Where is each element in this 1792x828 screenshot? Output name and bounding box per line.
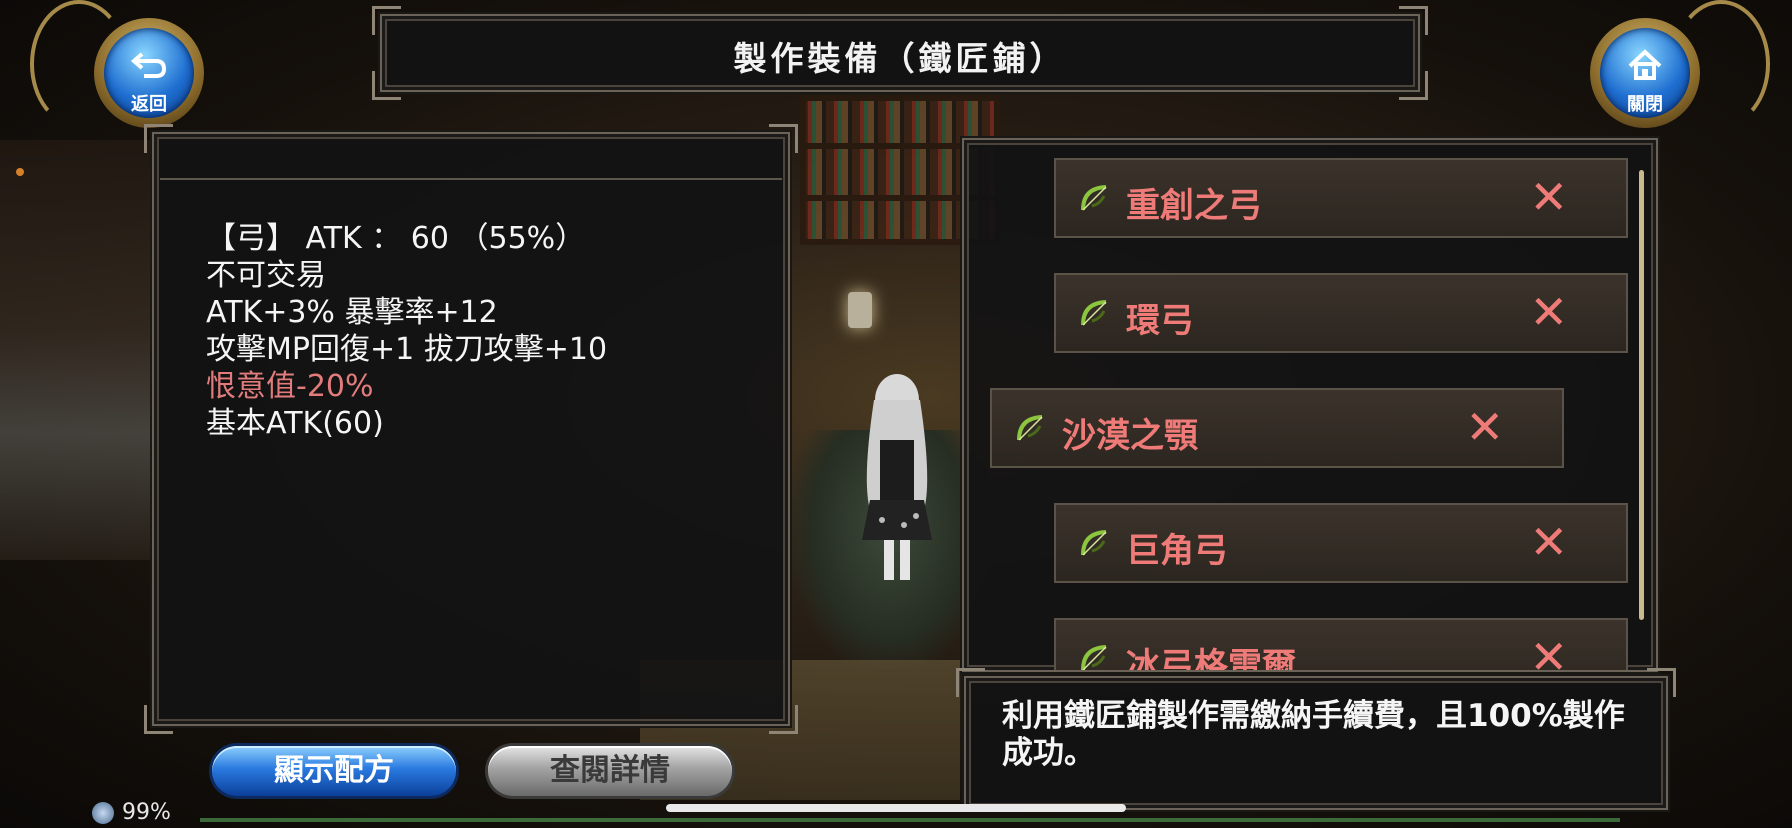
stat-line-atk-crit: ATK+3% 暴擊率+12 <box>206 295 498 330</box>
recipe-list-panel[interactable]: 重創之弓 ✕ 環弓 ✕ 沙漠之顎 ✕ 巨角弓 ✕ 冰弓格雷爾 ✕ <box>962 138 1658 672</box>
player-character <box>862 374 932 580</box>
page-title: 製作裝備（鐵匠鋪） <box>733 39 1067 78</box>
item-detail-panel: 【弓】 ATK ： 60 （55%） 不可交易 ATK+3% 暴擊率+12 攻擊… <box>144 124 798 734</box>
info-message: 利用鐵匠鋪製作需繳納手續費，且100%製作成功。 <box>1002 698 1625 771</box>
back-arrow-icon <box>130 52 167 78</box>
corner-ornament <box>964 140 983 159</box>
stat-line-mp-recovery: 攻擊MP回復+1 拔刀攻擊+10 <box>206 332 608 367</box>
bow-icon <box>1017 415 1043 441</box>
item-stats: 【弓】 ATK ： 60 （55%） 不可交易 ATK+3% 暴擊率+12 攻擊… <box>206 220 607 442</box>
divider <box>160 178 782 180</box>
corner-ornament <box>769 124 798 153</box>
corner-ornament <box>769 705 798 734</box>
recipe-list-scrollbar[interactable] <box>1639 170 1644 620</box>
battery-level: 99% <box>122 800 171 825</box>
home-indicator[interactable] <box>666 804 1126 812</box>
recipe-item-name: 巨角弓 <box>1126 531 1228 571</box>
recipe-item-name: 沙漠之顎 <box>1062 416 1198 456</box>
stat-line-weapon-atk: 【弓】 ATK ： 60 （55%） <box>206 221 586 256</box>
recipe-item-name: 重創之弓 <box>1126 186 1262 226</box>
indicator-dot <box>16 168 24 176</box>
corner-ornament <box>956 668 985 697</box>
recipe-item[interactable]: 重創之弓 ✕ <box>1054 158 1628 238</box>
view-details-button[interactable]: 查閱詳情 <box>488 746 732 796</box>
corner-ornament <box>144 705 173 734</box>
corner-ornament <box>1647 668 1676 697</box>
close-button-label: 關閉 <box>1627 94 1663 115</box>
bow-icon <box>1081 530 1107 556</box>
recipe-item[interactable]: 巨角弓 ✕ <box>1054 503 1628 583</box>
remove-icon[interactable]: ✕ <box>1529 634 1568 670</box>
corner-ornament <box>372 6 401 35</box>
battery-icon <box>92 802 114 824</box>
recipe-item[interactable]: 環弓 ✕ <box>1054 273 1628 353</box>
back-button[interactable]: 返回 <box>94 18 204 128</box>
recipe-item-name: 冰弓格雷爾 <box>1126 646 1296 672</box>
remove-icon[interactable]: ✕ <box>1529 519 1568 565</box>
recipe-item[interactable]: 冰弓格雷爾 ✕ <box>1054 618 1628 672</box>
remove-icon[interactable]: ✕ <box>1529 174 1568 220</box>
background-wall <box>0 140 150 560</box>
background-lantern <box>848 292 872 328</box>
corner-ornament <box>1399 6 1428 35</box>
stat-line-untradeable: 不可交易 <box>206 258 326 293</box>
home-icon <box>1628 49 1662 80</box>
show-recipe-button[interactable]: 顯示配方 <box>212 746 456 796</box>
back-button-label: 返回 <box>131 94 167 115</box>
recipe-item-selected[interactable]: 沙漠之顎 ✕ <box>990 388 1564 468</box>
corner-ornament <box>1637 140 1656 159</box>
recipe-item-name: 環弓 <box>1126 301 1194 341</box>
bow-icon <box>1081 645 1107 670</box>
close-button[interactable]: 關閉 <box>1590 18 1700 128</box>
bow-icon <box>1081 185 1107 211</box>
bow-icon <box>1081 300 1107 326</box>
stat-line-aggro: 恨意值-20% <box>206 369 374 404</box>
progress-line <box>200 818 1620 822</box>
remove-icon[interactable]: ✕ <box>1529 289 1568 335</box>
corner-ornament <box>144 124 173 153</box>
title-bar: 製作裝備（鐵匠鋪） <box>372 6 1428 100</box>
stat-line-base-atk: 基本ATK(60) <box>206 406 384 441</box>
info-message-panel: 利用鐵匠鋪製作需繳納手續費，且100%製作成功。 <box>956 668 1676 810</box>
remove-icon[interactable]: ✕ <box>1465 404 1504 450</box>
